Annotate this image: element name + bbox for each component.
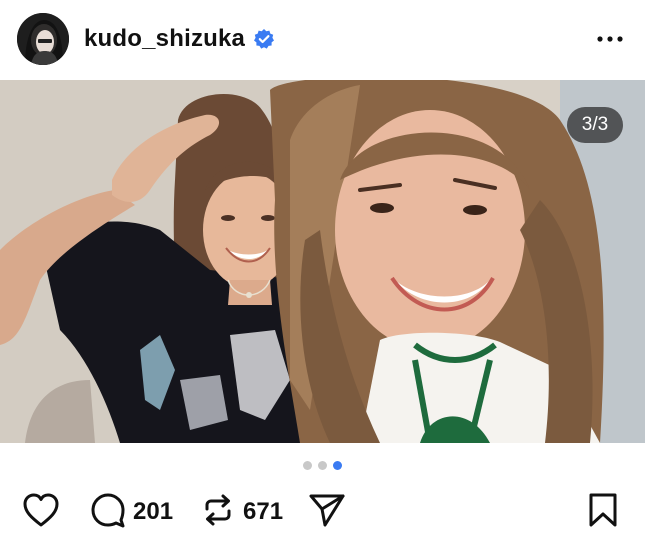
photo-image <box>0 80 645 443</box>
comment-button[interactable]: 201 <box>90 490 173 534</box>
carousel-dot <box>303 461 312 470</box>
avatar-image <box>17 13 69 65</box>
username[interactable]: kudo_shizuka <box>84 25 245 53</box>
share-button[interactable] <box>308 490 346 534</box>
post-header: kudo_shizuka <box>0 0 645 80</box>
comment-count: 201 <box>133 498 174 525</box>
verified-badge-icon <box>253 28 275 50</box>
carousel-dot-active <box>333 461 342 470</box>
post-actions-bar: 201 671 <box>0 490 645 534</box>
post-media-photo[interactable] <box>0 80 645 443</box>
carousel-counter: 3/3 <box>567 107 623 143</box>
bookmark-icon <box>587 492 619 533</box>
more-options-icon[interactable] <box>590 24 630 54</box>
carousel-indicator <box>0 461 645 470</box>
heart-icon <box>22 492 60 533</box>
save-button[interactable] <box>587 490 619 534</box>
send-icon <box>308 492 346 533</box>
username-row: kudo_shizuka <box>84 25 275 53</box>
comment-icon <box>90 492 126 533</box>
repost-count: 671 <box>243 498 284 525</box>
profile-avatar[interactable] <box>17 13 69 65</box>
carousel-dot <box>318 461 327 470</box>
repost-button[interactable]: 671 <box>200 490 283 534</box>
like-button[interactable] <box>22 490 60 534</box>
repost-icon <box>200 492 236 533</box>
